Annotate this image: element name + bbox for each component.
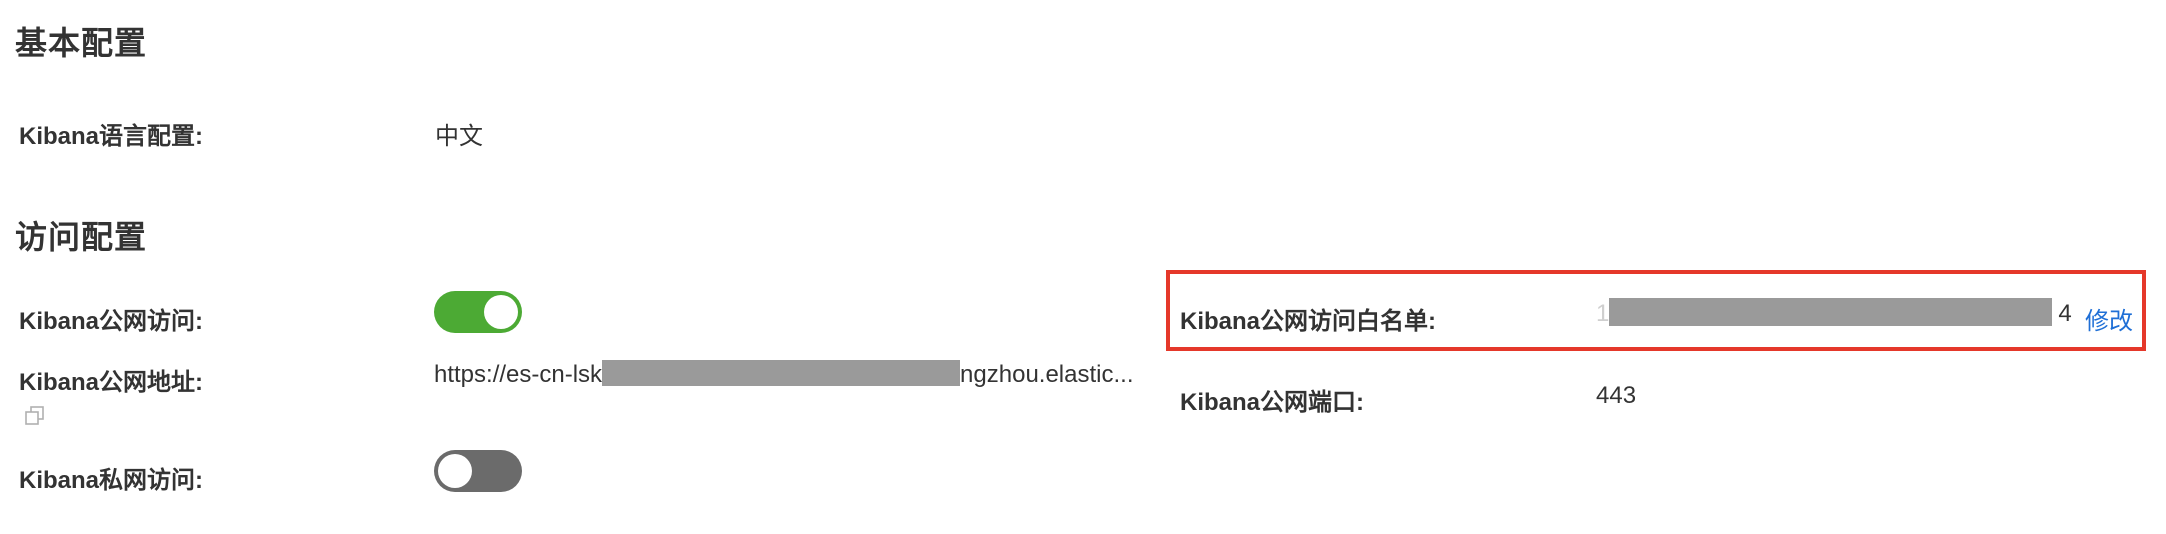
public-address-prefix: https://es-cn-lsk <box>434 361 603 388</box>
redacted-block <box>602 360 961 386</box>
basic-config-title: 基本配置 <box>15 25 148 61</box>
redacted-block <box>1609 298 2053 326</box>
kibana-public-port-value: 443 <box>1596 382 1637 409</box>
kibana-language-label: Kibana语言配置: <box>19 123 204 150</box>
public-address-suffix: ngzhou.elastic... <box>960 361 1134 388</box>
modify-whitelist-link[interactable]: 修改 <box>2085 301 2133 336</box>
kibana-public-access-toggle[interactable] <box>434 291 522 333</box>
copy-icon[interactable] <box>23 404 47 428</box>
kibana-public-address-label: Kibana公网地址: <box>19 369 204 396</box>
whitelist-value-start: 1 <box>1596 300 1610 327</box>
kibana-private-access-label: Kibana私网访问: <box>19 467 204 494</box>
kibana-whitelist-value: 14 <box>1596 298 2072 332</box>
kibana-public-address-value: https://es-cn-lsk ngzhou.elastic... <box>434 358 1156 392</box>
kibana-private-access-toggle[interactable] <box>434 450 522 492</box>
kibana-whitelist-label: Kibana公网访问白名单: <box>1180 308 1437 335</box>
kibana-public-port-label: Kibana公网端口: <box>1180 389 1365 416</box>
toggle-knob <box>484 295 518 329</box>
toggle-knob <box>438 454 472 488</box>
whitelist-value-end: 4 <box>2058 300 2072 327</box>
kibana-public-access-label: Kibana公网访问: <box>19 308 204 335</box>
access-config-title: 访问配置 <box>15 219 148 255</box>
kibana-language-value: 中文 <box>435 123 483 150</box>
